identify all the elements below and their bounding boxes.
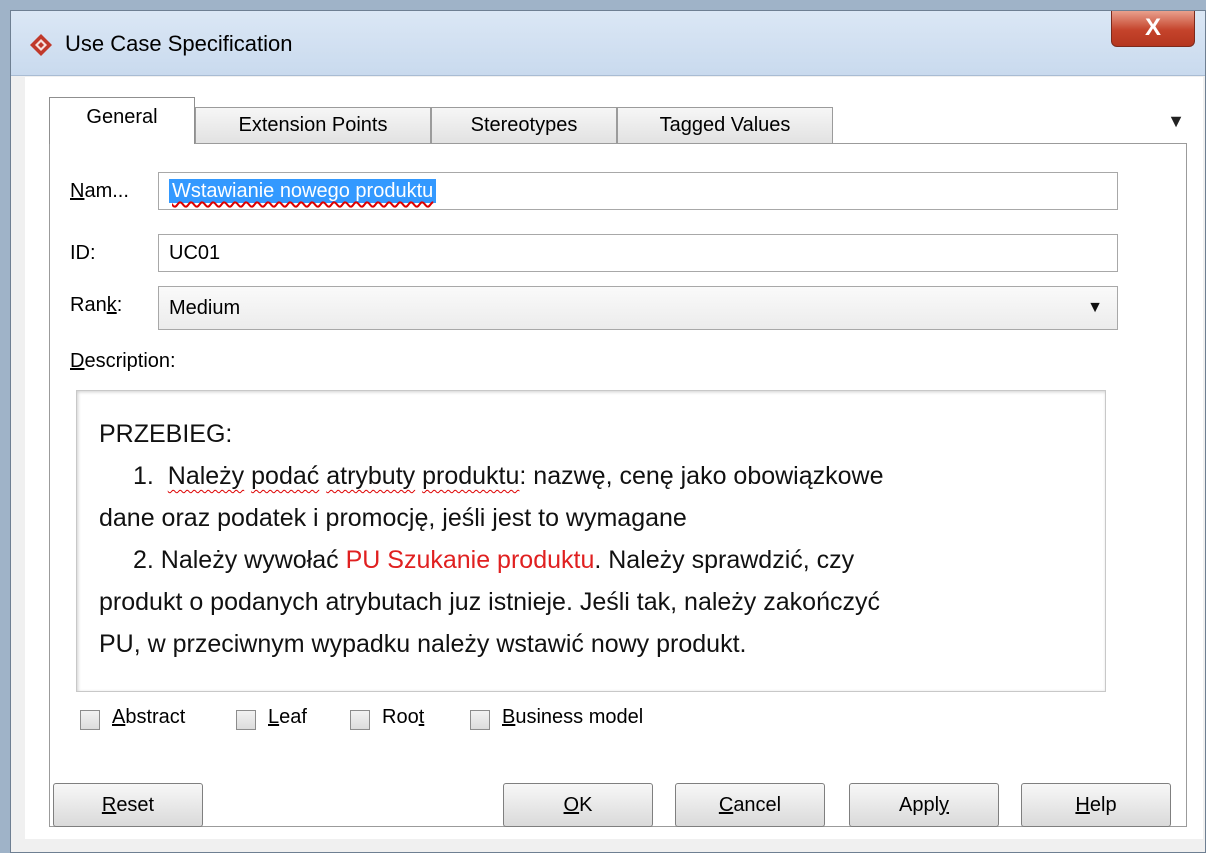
window-title: Use Case Specification <box>65 31 293 56</box>
app-diamond-icon <box>30 34 52 56</box>
cancel-button[interactable]: Cancel <box>675 783 825 827</box>
tab-tagged-values[interactable]: Tagged Values <box>617 107 833 143</box>
dialog-window: Use Case Specification X General Extensi… <box>10 10 1206 853</box>
checkbox-box[interactable] <box>236 710 256 730</box>
title-bar[interactable]: Use Case Specification X <box>11 11 1205 76</box>
step-2-line-1: 2. Należy wywołać PU Szukanie produktu. … <box>133 546 855 574</box>
tab-general[interactable]: General <box>49 97 195 144</box>
description-content: PRZEBIEG: 1. Należy podać atrybuty produ… <box>99 413 1089 665</box>
step-2-line-3: PU, w przeciwnym wypadku należy wstawić … <box>99 630 747 658</box>
general-panel: Nam... Wstawianie nowego produktu ID: UC… <box>49 143 1187 827</box>
rank-select[interactable]: Medium ▼ <box>158 286 1118 330</box>
id-label: ID: <box>70 242 96 264</box>
step-1-line-2: dane oraz podatek i promocję, jeśli jest… <box>99 504 687 532</box>
tab-extension-points[interactable]: Extension Points <box>195 107 431 143</box>
name-label: Nam... <box>70 180 129 202</box>
name-input[interactable]: Wstawianie nowego produktu <box>158 172 1118 210</box>
ok-button[interactable]: OK <box>503 783 653 827</box>
id-value: UC01 <box>169 242 221 264</box>
description-editor[interactable]: PRZEBIEG: 1. Należy podać atrybuty produ… <box>76 390 1106 692</box>
close-button[interactable]: X <box>1111 11 1195 47</box>
step-1-line-1: 1. Należy podać atrybuty produktu: nazwę… <box>133 462 884 490</box>
apply-button[interactable]: Apply <box>849 783 999 827</box>
rank-label: Rank: <box>70 294 123 316</box>
step-2-line-2: produkt o podanych atrybutach juz istnie… <box>99 588 880 616</box>
rank-value: Medium <box>169 297 241 319</box>
id-input[interactable]: UC01 <box>158 234 1118 272</box>
checkbox-box[interactable] <box>350 710 370 730</box>
description-heading: PRZEBIEG: <box>99 420 233 448</box>
use-case-link[interactable]: PU Szukanie produktu <box>346 546 595 574</box>
tab-stereotypes[interactable]: Stereotypes <box>431 107 617 143</box>
description-label: Description: <box>70 350 176 372</box>
name-value: Wstawianie nowego produktu <box>169 179 437 203</box>
chevron-down-icon: ▼ <box>1087 299 1103 316</box>
tab-list-dropdown-icon[interactable]: ▼ <box>1167 111 1185 132</box>
checkbox-box[interactable] <box>80 710 100 730</box>
help-button[interactable]: Help <box>1021 783 1171 827</box>
checkbox-box[interactable] <box>470 710 490 730</box>
reset-button[interactable]: Reset <box>53 783 203 827</box>
dialog-body: General Extension Points Stereotypes Tag… <box>25 77 1203 839</box>
